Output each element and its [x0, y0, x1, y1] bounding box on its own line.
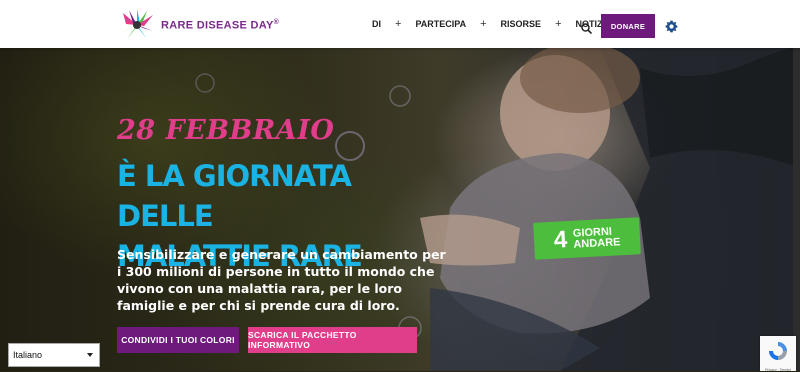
recaptcha-footer[interactable]: Privacy - Termini [765, 368, 791, 372]
chevron-down-icon [87, 353, 93, 357]
expand-risorse-icon[interactable]: + [555, 18, 561, 30]
top-navigation-bar: RARE DISEASE DAY® DI + PARTECIPA + RISOR… [0, 0, 800, 48]
download-info-pack-button[interactable]: SCARICA IL PACCHETTO INFORMATIVO [248, 327, 417, 353]
search-icon[interactable] [581, 19, 593, 35]
language-select[interactable]: Italiano [8, 343, 100, 367]
countdown-days-number: 4 [553, 225, 568, 254]
hero-headline-line-1: È LA GIORNATA DELLE [117, 159, 352, 233]
expand-di-icon[interactable]: + [395, 18, 401, 30]
nav-item-di[interactable]: DI [372, 19, 381, 29]
nav-label-partecipa: PARTECIPA [415, 19, 467, 29]
logo-hands-icon [117, 9, 157, 41]
nav-label-risorse: RISORSE [500, 19, 542, 29]
gear-icon[interactable] [665, 18, 678, 33]
language-select-value: Italiano [13, 350, 43, 360]
nav-item-risorse[interactable]: RISORSE [501, 19, 542, 29]
recaptcha-icon [767, 336, 789, 366]
logo-registered-mark: ® [273, 18, 280, 26]
nav-label-di: DI [372, 19, 381, 29]
countdown-label-to-go: ANDARE [573, 235, 621, 251]
hero-date: 28 FEBBRAIO [117, 115, 335, 146]
nav-item-partecipa[interactable]: PARTECIPA [415, 19, 466, 29]
site-logo[interactable]: RARE DISEASE DAY® [117, 9, 279, 41]
share-colors-button[interactable]: CONDIVIDI I TUOI COLORI [117, 327, 239, 353]
countdown-badge: 4 GIORNI ANDARE [533, 217, 641, 260]
page-scrollbar[interactable] [793, 48, 800, 371]
expand-partecipa-icon[interactable]: + [480, 18, 486, 30]
main-nav: DI + PARTECIPA + RISORSE + NOTIZIA [372, 0, 612, 48]
hero-description: Sensibilizzare e generare un cambiamento… [117, 247, 446, 313]
logo-text: RARE DISEASE DAY [161, 19, 274, 32]
donate-button[interactable]: DONARE [601, 14, 655, 38]
recaptcha-badge[interactable]: Privacy - Termini [760, 336, 796, 372]
